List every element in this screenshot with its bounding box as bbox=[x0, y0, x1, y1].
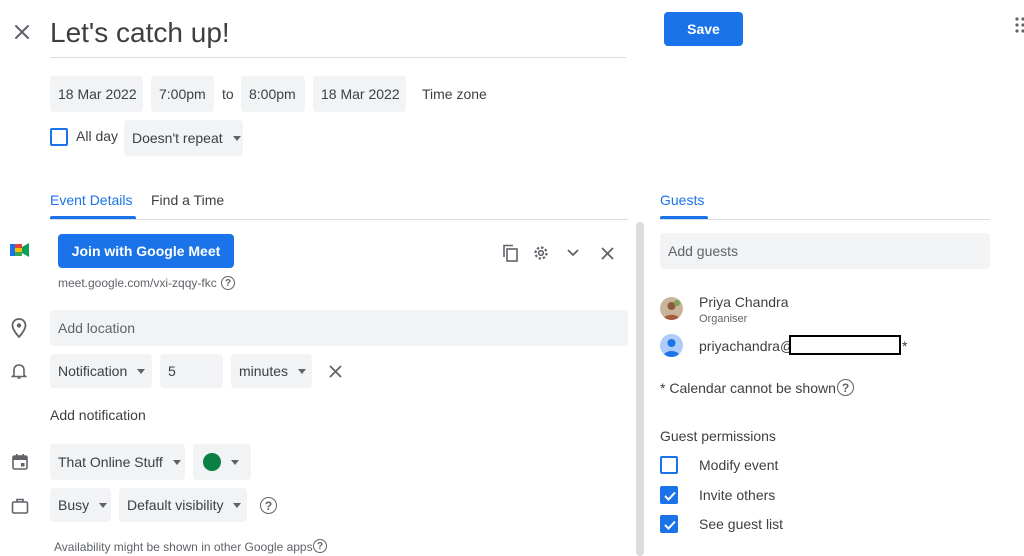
remove-meet-close-icon[interactable] bbox=[598, 244, 616, 262]
notification-unit-dropdown[interactable]: minutes bbox=[231, 354, 312, 388]
see-guest-list-checkbox[interactable] bbox=[660, 515, 678, 533]
notification-type-dropdown[interactable]: Notification bbox=[50, 354, 152, 388]
google-meet-icon bbox=[10, 241, 30, 259]
apps-grid-icon[interactable] bbox=[1014, 17, 1024, 33]
title-underline bbox=[50, 57, 626, 58]
tab-find-a-time[interactable]: Find a Time bbox=[151, 192, 224, 208]
chevron-down-icon bbox=[99, 502, 108, 508]
invite-others-checkbox[interactable] bbox=[660, 486, 678, 504]
invite-others-label: Invite others bbox=[699, 487, 776, 503]
add-guests-input[interactable]: Add guests bbox=[660, 233, 990, 269]
add-location-input[interactable]: Add location bbox=[50, 310, 628, 346]
end-time-field[interactable]: 8:00pm bbox=[241, 76, 305, 112]
location-pin-icon bbox=[11, 318, 27, 339]
guest-name-organiser: Priya Chandra bbox=[699, 294, 789, 310]
calendar-note-help-icon[interactable]: ? bbox=[837, 379, 854, 396]
availability-note: Availability might be shown in other Goo… bbox=[54, 540, 313, 554]
gear-icon[interactable] bbox=[531, 243, 551, 263]
chevron-down-icon bbox=[172, 459, 181, 465]
start-time-field[interactable]: 7:00pm bbox=[151, 76, 214, 112]
tab-guests[interactable]: Guests bbox=[660, 192, 704, 208]
guest-email: priyachandra@ bbox=[699, 338, 795, 354]
help-icon[interactable]: ? bbox=[221, 276, 235, 290]
guest-email-suffix: * bbox=[902, 338, 908, 354]
guest-role-label: Organiser bbox=[699, 313, 748, 325]
close-icon[interactable] bbox=[10, 20, 34, 44]
remove-notification-close-icon[interactable] bbox=[326, 362, 344, 380]
event-title-input[interactable]: Let's catch up! bbox=[50, 14, 230, 52]
visibility-help-icon[interactable]: ? bbox=[260, 497, 277, 514]
timezone-button[interactable]: Time zone bbox=[422, 86, 487, 102]
chevron-down-icon bbox=[232, 135, 241, 141]
chevron-down-icon bbox=[231, 459, 239, 465]
modify-event-checkbox[interactable] bbox=[660, 456, 678, 474]
bell-icon bbox=[10, 362, 28, 380]
repeat-dropdown-label: Doesn't repeat bbox=[132, 130, 223, 146]
notification-type-label: Notification bbox=[58, 363, 128, 379]
all-day-checkbox[interactable] bbox=[50, 128, 68, 146]
repeat-dropdown[interactable]: Doesn't repeat bbox=[124, 120, 243, 156]
save-button[interactable]: Save bbox=[664, 12, 743, 46]
default-avatar-icon bbox=[660, 334, 683, 357]
notification-value-input[interactable]: 5 bbox=[160, 354, 223, 388]
end-date-field[interactable]: 18 Mar 2022 bbox=[313, 76, 406, 112]
briefcase-icon bbox=[11, 497, 29, 515]
start-date-field[interactable]: 18 Mar 2022 bbox=[50, 76, 143, 112]
tabs-divider bbox=[50, 219, 628, 220]
chevron-down-icon bbox=[298, 368, 307, 374]
calendar-dropdown[interactable]: That Online Stuff bbox=[50, 444, 185, 480]
busy-status-label: Busy bbox=[58, 497, 90, 513]
all-day-label: All day bbox=[76, 128, 119, 144]
visibility-label: Default visibility bbox=[127, 497, 224, 513]
scrollbar[interactable] bbox=[636, 222, 644, 556]
guests-tabs-divider bbox=[660, 219, 990, 220]
calendar-cannot-be-shown-note: * Calendar cannot be shown bbox=[660, 380, 836, 396]
tab-event-details[interactable]: Event Details bbox=[50, 192, 132, 208]
calendar-icon bbox=[11, 453, 29, 471]
modify-event-label: Modify event bbox=[699, 457, 779, 473]
guest-permissions-title: Guest permissions bbox=[660, 428, 776, 444]
chevron-down-icon bbox=[233, 502, 242, 508]
join-google-meet-button[interactable]: Join with Google Meet bbox=[58, 234, 234, 268]
calendar-name-label: That Online Stuff bbox=[58, 454, 163, 470]
event-color-dropdown[interactable] bbox=[193, 444, 251, 480]
to-label: to bbox=[222, 86, 234, 102]
add-notification-link[interactable]: Add notification bbox=[50, 407, 146, 423]
chevron-down-icon bbox=[137, 368, 146, 374]
event-color-swatch bbox=[203, 453, 221, 471]
busy-status-dropdown[interactable]: Busy bbox=[50, 488, 111, 522]
meet-link[interactable]: meet.google.com/vxi-zqqy-fkc bbox=[58, 276, 217, 290]
avatar bbox=[660, 297, 683, 320]
notification-unit-label: minutes bbox=[239, 363, 289, 379]
chevron-down-icon[interactable] bbox=[564, 245, 582, 261]
copy-icon[interactable] bbox=[500, 243, 520, 263]
availability-help-icon[interactable]: ? bbox=[313, 539, 327, 553]
visibility-dropdown[interactable]: Default visibility bbox=[119, 488, 247, 522]
see-guest-list-label: See guest list bbox=[699, 516, 784, 532]
redaction-box bbox=[789, 335, 901, 355]
